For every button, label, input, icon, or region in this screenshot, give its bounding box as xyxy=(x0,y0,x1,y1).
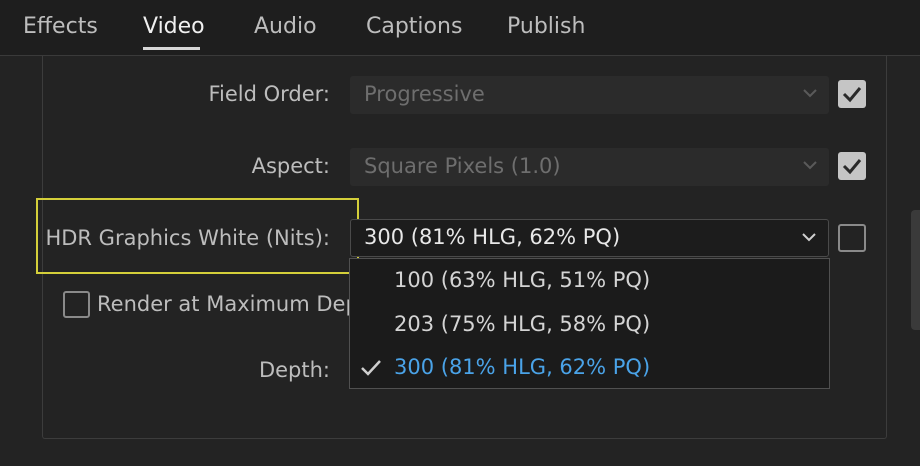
dropdown-option[interactable]: 100 (63% HLG, 51% PQ) xyxy=(350,260,829,302)
tab-captions[interactable]: Captions xyxy=(366,14,462,39)
checkmark-icon xyxy=(842,87,862,103)
aspect-select: Square Pixels (1.0) xyxy=(350,148,829,186)
field-order-label: Field Order: xyxy=(208,82,330,106)
active-tab-indicator xyxy=(143,47,200,50)
tab-audio[interactable]: Audio xyxy=(254,14,317,39)
hdr-graphics-white-match-checkbox[interactable] xyxy=(838,224,866,252)
panel-scrollbar[interactable] xyxy=(911,210,920,330)
chevron-down-icon xyxy=(802,233,816,242)
dropdown-option-selected[interactable]: 300 (81% HLG, 62% PQ) xyxy=(350,347,829,389)
aspect-label: Aspect: xyxy=(251,154,330,178)
dropdown-option-label: 300 (81% HLG, 62% PQ) xyxy=(394,355,651,379)
chevron-down-icon xyxy=(803,89,817,98)
dropdown-option-label: 203 (75% HLG, 58% PQ) xyxy=(394,312,651,336)
field-order-select: Progressive xyxy=(350,76,829,114)
aspect-value: Square Pixels (1.0) xyxy=(364,154,561,178)
tab-video[interactable]: Video xyxy=(143,14,205,39)
dropdown-option-label: 100 (63% HLG, 51% PQ) xyxy=(394,268,651,292)
tab-bar: Effects Video Audio Captions Publish xyxy=(0,0,920,56)
checkmark-icon xyxy=(361,360,381,376)
tab-publish[interactable]: Publish xyxy=(507,14,585,39)
depth-label: Depth: xyxy=(258,358,330,382)
hdr-graphics-white-value: 300 (81% HLG, 62% PQ) xyxy=(364,225,621,249)
field-order-value: Progressive xyxy=(364,82,485,106)
aspect-match-checkbox[interactable] xyxy=(838,152,866,180)
hdr-graphics-white-select[interactable]: 300 (81% HLG, 62% PQ) xyxy=(350,219,829,257)
field-order-match-checkbox[interactable] xyxy=(838,80,866,108)
render-max-depth-checkbox[interactable] xyxy=(63,291,90,318)
render-max-depth-label: Render at Maximum Dept xyxy=(97,292,368,316)
hdr-graphics-white-dropdown: 100 (63% HLG, 51% PQ) 203 (75% HLG, 58% … xyxy=(349,258,830,389)
dropdown-option[interactable]: 203 (75% HLG, 58% PQ) xyxy=(350,304,829,346)
checkmark-icon xyxy=(842,159,862,175)
tab-effects[interactable]: Effects xyxy=(23,14,98,39)
chevron-down-icon xyxy=(803,161,817,170)
hdr-graphics-white-label: HDR Graphics White (Nits): xyxy=(45,226,330,250)
